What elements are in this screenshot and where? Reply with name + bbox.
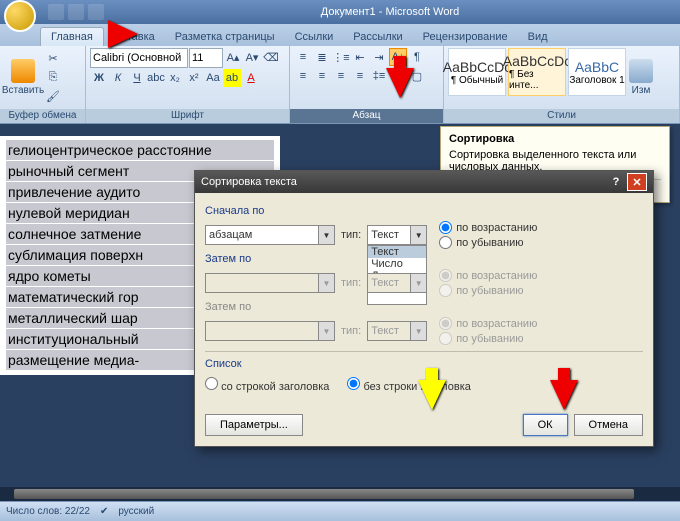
ribbon-tabs: Главная Вставка Разметка страницы Ссылки…	[0, 24, 680, 46]
sort-first-heading: Сначала по	[205, 205, 643, 217]
chevron-down-icon: ▼	[318, 226, 334, 244]
show-marks-button[interactable]: ¶	[408, 48, 426, 66]
type-combo[interactable]: Текст▼	[367, 225, 427, 245]
tooltip-title: Сортировка	[449, 133, 661, 145]
bullets-button[interactable]: ≡	[294, 48, 312, 66]
then-by-combo-2: ▼	[205, 321, 335, 341]
tab-mailings[interactable]: Рассылки	[343, 28, 412, 46]
horizontal-scrollbar[interactable]	[0, 487, 680, 501]
chevron-down-icon: ▼	[318, 274, 334, 292]
font-family-combo[interactable]: Calibri (Основной	[90, 48, 188, 68]
scroll-thumb[interactable]	[14, 489, 634, 499]
paste-icon	[11, 59, 35, 83]
strike-button[interactable]: abc	[147, 69, 165, 87]
asc-radio-2: по возрастанию	[439, 269, 537, 282]
clear-format-icon[interactable]: ⌫	[262, 48, 280, 66]
then-type-combo-1: Текст▼	[367, 273, 427, 293]
change-case-button[interactable]: Aa	[204, 69, 222, 87]
then-type-combo-2: Текст▼	[367, 321, 427, 341]
with-header-radio[interactable]: со строкой заголовка	[205, 377, 329, 393]
font-size-combo[interactable]: 11	[189, 48, 223, 68]
copy-icon[interactable]: ⎘	[44, 69, 62, 87]
list-item[interactable]: Число	[368, 258, 426, 270]
align-left-button[interactable]: ≡	[294, 67, 312, 85]
annotation-arrow	[386, 68, 414, 98]
type-label: тип:	[341, 229, 361, 241]
without-header-radio[interactable]: без строки заголовка	[347, 377, 470, 393]
ok-button[interactable]: ОК	[523, 414, 568, 436]
dialog-titlebar[interactable]: Сортировка текста ? ✕	[195, 171, 653, 193]
tab-view[interactable]: Вид	[518, 28, 558, 46]
list-item[interactable]: Текст	[368, 246, 426, 258]
chevron-down-icon: ▼	[410, 226, 426, 244]
window-title: Документ1 - Microsoft Word	[104, 6, 676, 18]
chevron-down-icon: ▼	[318, 322, 334, 340]
type-label: тип:	[341, 325, 361, 337]
tab-references[interactable]: Ссылки	[285, 28, 344, 46]
tab-home[interactable]: Главная	[40, 27, 104, 46]
format-painter-icon[interactable]: 🖌	[44, 88, 62, 106]
annotation-arrow	[108, 20, 138, 48]
group-clipboard-label: Буфер обмена	[0, 109, 85, 123]
superscript-button[interactable]: x²	[185, 69, 203, 87]
save-icon[interactable]	[48, 4, 64, 20]
align-center-button[interactable]: ≡	[313, 67, 331, 85]
list-heading: Список	[205, 358, 643, 370]
word-count[interactable]: Число слов: 22/22	[6, 506, 90, 517]
increase-indent-button[interactable]: ⇥	[370, 48, 388, 66]
type-label: тип:	[341, 277, 361, 289]
bold-button[interactable]: Ж	[90, 69, 108, 87]
italic-button[interactable]: К	[109, 69, 127, 87]
group-styles-label: Стили	[444, 109, 679, 123]
annotation-arrow	[550, 380, 578, 410]
dialog-title: Сортировка текста	[201, 176, 297, 188]
desc-radio[interactable]: по убыванию	[439, 236, 537, 249]
tab-review[interactable]: Рецензирование	[413, 28, 518, 46]
params-button[interactable]: Параметры...	[205, 414, 303, 436]
highlight-button[interactable]: ab	[223, 69, 241, 87]
group-paragraph-label: Абзац	[290, 109, 443, 123]
change-styles-button[interactable]: Изм	[628, 48, 654, 107]
font-color-button[interactable]: A	[242, 69, 260, 87]
ribbon: Вставить ✂ ⎘ 🖌 Буфер обмена Calibri (Осн…	[0, 46, 680, 124]
subscript-button[interactable]: x₂	[166, 69, 184, 87]
text-line: гелиоцентрическое расстояние	[6, 140, 274, 160]
numbering-button[interactable]: ≣	[313, 48, 331, 66]
chevron-down-icon: ▼	[410, 274, 426, 292]
redo-icon[interactable]	[88, 4, 104, 20]
quick-access-toolbar	[48, 4, 104, 20]
proofing-icon[interactable]: ✔	[100, 506, 108, 517]
sort-by-combo[interactable]: абзацам▼	[205, 225, 335, 245]
style-heading1[interactable]: AaBbCЗаголовок 1	[568, 48, 626, 96]
paste-button[interactable]: Вставить	[4, 48, 42, 107]
asc-radio[interactable]: по возрастанию	[439, 221, 537, 234]
annotation-arrow	[418, 380, 446, 410]
align-right-button[interactable]: ≡	[332, 67, 350, 85]
style-no-spacing[interactable]: AaBbCcDc¶ Без инте...	[508, 48, 566, 96]
decrease-indent-button[interactable]: ⇤	[351, 48, 369, 66]
cancel-button[interactable]: Отмена	[574, 414, 643, 436]
desc-radio-2: по убыванию	[439, 284, 537, 297]
asc-radio-3: по возрастанию	[439, 317, 537, 330]
office-button[interactable]	[4, 0, 36, 32]
status-bar: Число слов: 22/22 ✔ русский	[0, 501, 680, 521]
underline-button[interactable]: Ч	[128, 69, 146, 87]
tab-layout[interactable]: Разметка страницы	[165, 28, 285, 46]
undo-icon[interactable]	[68, 4, 84, 20]
justify-button[interactable]: ≡	[351, 67, 369, 85]
cut-icon[interactable]: ✂	[44, 50, 62, 68]
multilevel-button[interactable]: ⋮≡	[332, 48, 350, 66]
group-font-label: Шрифт	[86, 109, 289, 123]
styles-icon	[629, 59, 653, 83]
close-button[interactable]: ✕	[627, 173, 647, 191]
help-button[interactable]: ?	[607, 173, 625, 191]
shrink-font-icon[interactable]: A▾	[243, 48, 261, 66]
style-normal[interactable]: AaBbCcDc¶ Обычный	[448, 48, 506, 96]
desc-radio-3: по убыванию	[439, 332, 537, 345]
language-status[interactable]: русский	[118, 506, 154, 517]
chevron-down-icon: ▼	[410, 322, 426, 340]
grow-font-icon[interactable]: A▴	[224, 48, 242, 66]
titlebar: Документ1 - Microsoft Word	[0, 0, 680, 24]
then-by-combo-1[interactable]: ▼	[205, 273, 335, 293]
